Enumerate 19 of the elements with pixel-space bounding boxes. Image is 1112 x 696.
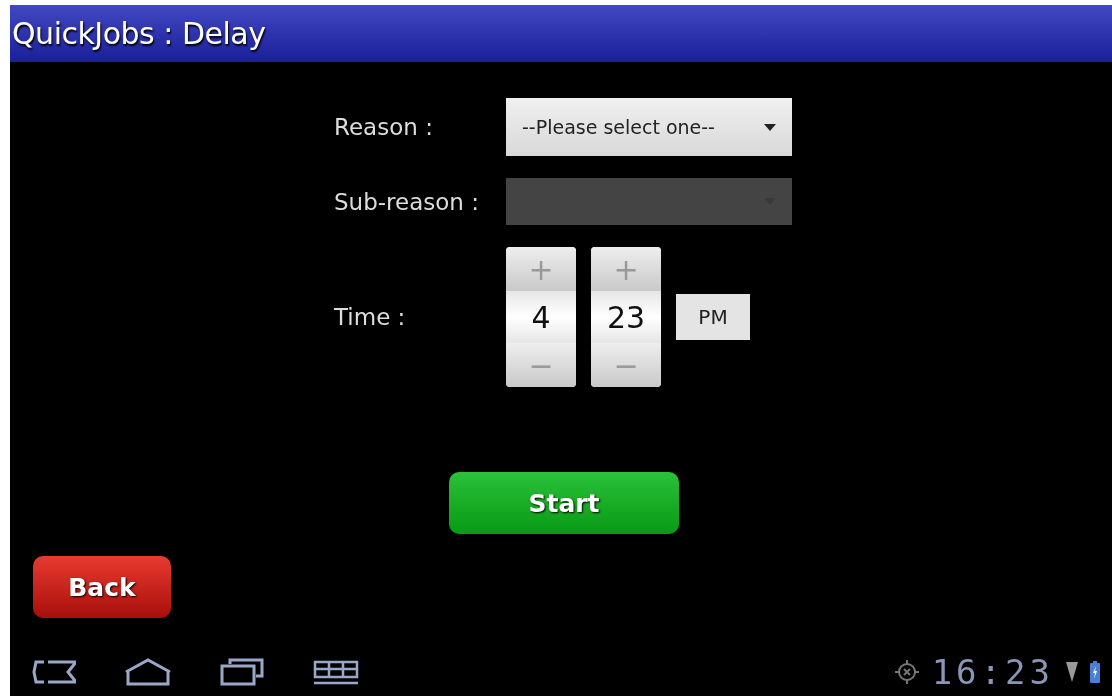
clock: 16:23 <box>931 652 1054 692</box>
signal-icon <box>1066 662 1078 682</box>
back-button[interactable]: Back <box>33 556 171 618</box>
caret-icon <box>764 123 776 131</box>
keyboard-icon[interactable] <box>312 659 360 685</box>
home-icon[interactable] <box>124 658 172 686</box>
start-button[interactable]: Start <box>449 472 679 534</box>
window-title: QuickJobs : Delay <box>12 16 266 51</box>
picker-value: 23 <box>591 291 661 343</box>
battery-icon <box>1090 661 1100 683</box>
gps-icon <box>893 659 920 685</box>
dropdown[interactable]: --Please select one-- <box>506 98 792 156</box>
field-label: Time : <box>334 304 407 330</box>
am-pm-button[interactable]: PM <box>676 294 750 340</box>
field-label: Reason : <box>334 114 434 140</box>
picker-value: 4 <box>506 291 576 343</box>
field-label: Sub-reason : <box>334 188 480 215</box>
back-icon[interactable] <box>32 660 76 684</box>
recent-apps-icon[interactable] <box>220 658 264 686</box>
